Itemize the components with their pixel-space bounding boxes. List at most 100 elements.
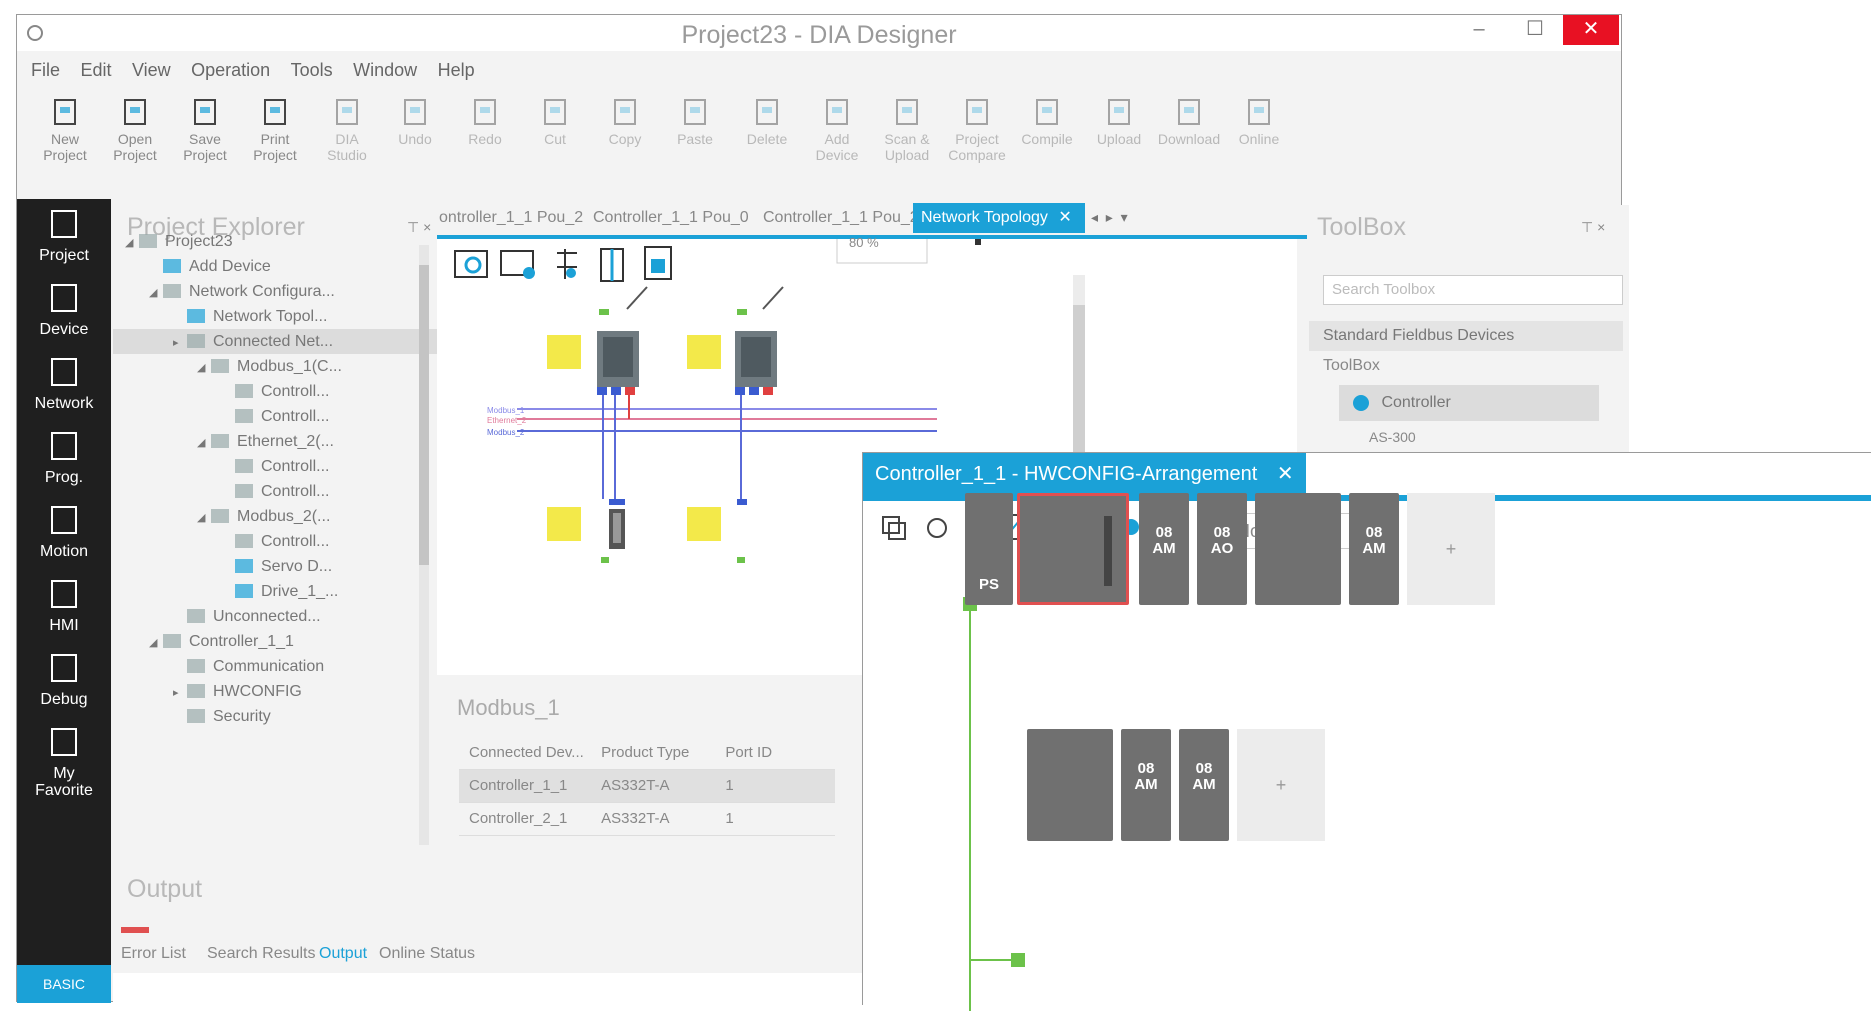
expand-arrow-icon[interactable]: ▸ [173,331,187,354]
toolbar-button-redo[interactable]: Redo [445,89,525,201]
toolbox-item-as300[interactable]: AS-300 [1369,429,1416,445]
tab-pou0[interactable]: Controller_1_1 Pou_0 [585,203,757,233]
menu-help[interactable]: Help [438,55,475,85]
toolbar-button-label: Undo [398,131,432,147]
zoom-level[interactable]: 80 % [849,235,879,250]
tab-network-topology[interactable]: Network Topology ✕ [913,203,1085,233]
expand-arrow-icon[interactable]: ◢ [197,506,211,529]
expand-arrow-icon[interactable]: ◢ [149,281,163,304]
note-1 [547,335,581,369]
module-io[interactable]: 08 AM [1139,493,1189,605]
module-cpu[interactable] [1017,493,1129,605]
menu-file[interactable]: File [31,55,60,85]
pin-icon[interactable]: ⊤ × [1581,219,1605,236]
explorer-scroll-thumb[interactable] [419,265,429,565]
sidebar-item-heart[interactable]: My Favorite [17,721,111,807]
toolbar-button-new-project[interactable]: New Project [25,89,105,201]
basic-mode-button[interactable]: BASIC [17,965,111,1003]
tree-item-label: Modbus_2(... [237,508,331,525]
tree-item[interactable]: Add Device [113,254,449,279]
module-io[interactable]: 08 AO [1197,493,1247,605]
expand-arrow-icon[interactable]: ◢ [197,356,211,379]
add-module-slot[interactable]: + [1237,729,1325,841]
toolbar-button-label: Copy [608,131,642,147]
toolbar-button-download[interactable]: Download [1149,89,1229,201]
toolbox-item-controller[interactable]: Controller [1339,385,1599,421]
toolbox-search-input[interactable]: Search Toolbox [1323,275,1623,305]
toolbar-button-cut[interactable]: Cut [515,89,595,201]
tree-item[interactable]: ◢ Network Configura... [113,279,449,304]
paste-icon [684,99,706,125]
bus-connector[interactable] [1011,953,1025,967]
toolbar-button-print[interactable]: Print Project [235,89,315,201]
tree-item-label: Controller_1_1 [189,633,294,650]
tab-error-list[interactable]: Error List [121,945,186,963]
close-tab-icon[interactable]: ✕ [1058,209,1071,226]
heart-icon [51,728,77,756]
menu-edit[interactable]: Edit [80,55,111,85]
tab-scroll-icons[interactable]: ◂ ▸ ▾ [1091,209,1128,226]
properties-panel: Modbus_1 Connected Dev... Product Type P… [437,677,837,863]
minimize-button[interactable]: – [1451,15,1507,45]
expand-arrow-icon[interactable]: ◢ [197,431,211,454]
toolbar-button-paste[interactable]: Paste [655,89,735,201]
delete-icon [756,99,778,125]
tree-node-icon [235,409,253,423]
menu-tools[interactable]: Tools [291,55,333,85]
close-button[interactable]: ✕ [1563,15,1619,45]
toolbar-button-copy[interactable]: Copy [585,89,665,201]
menu-operation[interactable]: Operation [191,55,270,85]
tab-pou2-b[interactable]: Controller_1_1 Pou_2 [755,203,927,233]
menu-bar: File Edit View Operation Tools Window He… [17,55,1621,85]
module-io[interactable] [1027,729,1113,841]
tab-pou2-a[interactable]: ontroller_1_1 Pou_2 [431,203,591,233]
toolbox-section[interactable]: Standard Fieldbus Devices [1309,321,1623,351]
network-icon [51,358,77,386]
toolbar-button-undo[interactable]: Undo [375,89,455,201]
bus-line-vertical [969,591,971,1011]
tree-item[interactable]: ◢ Project23 [113,229,425,254]
toolbar-button-compile[interactable]: Compile [1007,89,1087,201]
toolbar-button-online[interactable]: Online [1219,89,1299,201]
toolbar-button-compare[interactable]: Project Compare [937,89,1017,201]
bus-label-1: Modbus_1 [487,406,525,415]
module-ps[interactable]: PS [965,493,1013,605]
maximize-button[interactable]: ☐ [1507,15,1563,45]
toolbar-button-scan-upload[interactable]: Scan & Upload [867,89,947,201]
menu-view[interactable]: View [132,55,171,85]
tree-node-icon [163,284,181,298]
toolbar-button-save[interactable]: Save Project [165,89,245,201]
document-icon [644,246,672,280]
tree-item-label: Add Device [189,258,271,275]
col-connected-device: Connected Dev... [469,744,584,761]
tree-item-label: Controll... [261,408,330,425]
tree-item[interactable]: ◢ Controller_1_1 [113,629,449,654]
tree-node-icon [235,559,253,573]
toolbar-button-folder[interactable]: Open Project [95,89,175,201]
tree-node-icon [235,484,253,498]
toolbar-button-upload[interactable]: Upload [1079,89,1159,201]
expand-arrow-icon[interactable]: ◢ [149,631,163,654]
expand-arrow-icon[interactable]: ▸ [173,681,187,704]
menu-window[interactable]: Window [353,55,417,85]
toolbar-button-label: Compile [1021,131,1073,147]
table-row[interactable]: Controller_1_1 AS332T-A 1 [459,770,835,803]
module-io[interactable]: 08 AM [1179,729,1229,841]
module-io[interactable]: 08 AM [1349,493,1399,605]
tab-online-status[interactable]: Online Status [379,945,475,963]
toolbar-button-add-device[interactable]: Add Device [797,89,877,201]
table-row[interactable]: Controller_2_1 AS332T-A 1 [459,803,835,836]
tree-node-icon [163,634,181,648]
hwconfig-tab-label: Controller_1_1 - HWCONFIG-Arrangement [875,463,1258,485]
sidebar-item-label: Prog. [44,469,84,486]
tab-output[interactable]: Output [319,945,367,963]
expand-arrow-icon[interactable]: ◢ [125,231,139,254]
module-io[interactable] [1255,493,1341,605]
add-module-slot[interactable]: + [1407,493,1495,605]
toolbar-button-delete[interactable]: Delete [727,89,807,201]
compile-icon [1036,99,1058,125]
module-io[interactable]: 08 AM [1121,729,1171,841]
tab-search-results[interactable]: Search Results [207,945,316,963]
close-tab-icon[interactable]: ✕ [1277,463,1294,485]
hwconfig-tab[interactable]: Controller_1_1 - HWCONFIG-Arrangement ✕ [863,453,1306,495]
